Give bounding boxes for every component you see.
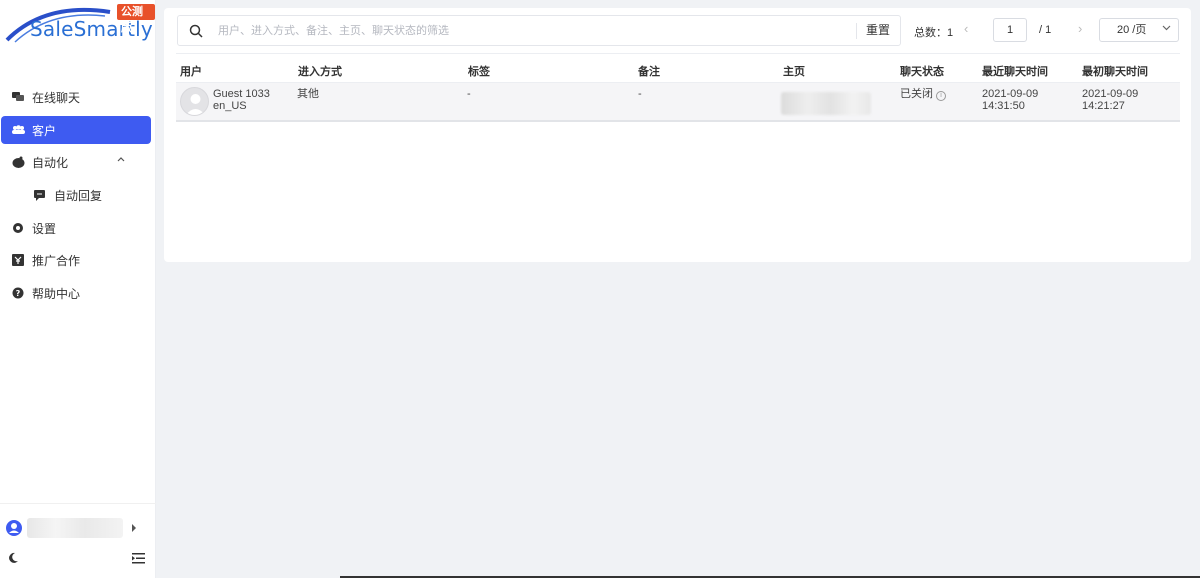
svg-text:?: ? (16, 289, 21, 298)
customers-card: 重置 总数：1 ‹ / 1 › 20 /页 用户 进入方式 标签 备注 主页 聊… (164, 8, 1191, 262)
column-header[interactable]: 进入方式 (298, 63, 342, 79)
column-header[interactable]: 标签 (468, 63, 490, 79)
chevron-down-icon (1162, 25, 1171, 31)
page-size-select[interactable]: 20 /页 (1099, 18, 1179, 42)
user-icon (185, 94, 206, 115)
chat-status: 已关闭 i (900, 88, 946, 101)
collapse-menu-icon[interactable] (132, 553, 145, 564)
column-header[interactable]: 主页 (783, 63, 805, 79)
page-size-value: 20 /页 (1117, 24, 1147, 36)
gear-icon (11, 221, 25, 235)
message-icon (33, 188, 47, 202)
sidebar-item-label: 自动回复 (54, 188, 103, 203)
sidebar-item-label: 客户 (32, 123, 57, 138)
logo[interactable]: SaleSmartly 公测版 (5, 2, 155, 44)
table-header: 用户 进入方式 标签 备注 主页 聊天状态 最近聊天时间 最初聊天时间 (176, 53, 1180, 83)
column-header[interactable]: 备注 (638, 63, 660, 79)
sidebar-item-auto-reply[interactable]: 自动回复 (1, 181, 151, 209)
entry-method: 其他 (297, 88, 319, 100)
page-total: / 1 (1039, 24, 1052, 36)
sidebar-footer (0, 503, 156, 578)
column-header[interactable]: 用户 (180, 63, 202, 79)
chat-icon (11, 90, 25, 104)
last-chat-date: 2021-09-09 (982, 88, 1039, 100)
sidebar-item-live-chat[interactable]: 在线聊天 (1, 83, 151, 111)
last-chat-time: 14:31:50 (982, 100, 1025, 112)
customer-locale: en_US (213, 100, 247, 112)
robot-icon (11, 155, 25, 169)
users-icon (11, 123, 25, 137)
search-icon (189, 24, 203, 38)
table-row[interactable]: Guest 1033 en_US 其他 - - 已关闭 i 2021-09-09 … (176, 83, 1180, 122)
filter-search-box: 重置 (177, 15, 901, 46)
info-icon[interactable]: i (936, 91, 946, 101)
sidebar-item-automation[interactable]: 自动化 (1, 148, 151, 176)
sidebar-item-label: 自动化 (32, 155, 69, 170)
next-page-icon[interactable]: › (1078, 21, 1082, 36)
blurred-user-name (27, 518, 123, 538)
column-header[interactable]: 最初聊天时间 (1082, 63, 1148, 79)
customer-name: Guest 1033 (213, 88, 270, 100)
prev-page-icon[interactable]: ‹ (964, 21, 968, 36)
beta-badge: 公测版 (117, 4, 155, 34)
reset-button[interactable]: 重置 (866, 16, 890, 45)
sidebar-item-label: 在线聊天 (32, 90, 81, 105)
sidebar: SaleSmartly 公测版 在线聊天 客户 自动化 自动回复 设置 推广合作… (0, 0, 156, 578)
note-cell: - (638, 88, 642, 100)
column-header[interactable]: 最近聊天时间 (982, 63, 1048, 79)
sidebar-item-help[interactable]: ? 帮助中心 (1, 279, 151, 307)
sidebar-item-referral[interactable]: 推广合作 (1, 246, 151, 274)
search-input[interactable] (218, 21, 848, 41)
first-chat-date: 2021-09-09 (1082, 88, 1139, 100)
referral-icon (11, 253, 25, 267)
first-chat-time: 14:21:27 (1082, 100, 1125, 112)
customer-avatar (180, 87, 209, 116)
tag-cell: - (467, 88, 471, 100)
moon-icon[interactable] (7, 552, 19, 564)
search-divider (856, 23, 857, 39)
sidebar-item-label: 帮助中心 (32, 286, 81, 301)
user-avatar[interactable] (6, 520, 22, 536)
page-number-input[interactable] (993, 18, 1027, 42)
user-icon (9, 523, 19, 533)
help-icon: ? (11, 286, 25, 300)
column-header[interactable]: 聊天状态 (900, 63, 944, 79)
total-count: 总数：1 (914, 27, 954, 39)
chat-status-text: 已关闭 (900, 88, 933, 100)
sidebar-item-label: 设置 (32, 221, 57, 236)
sidebar-item-label: 推广合作 (32, 253, 81, 268)
chevron-up-icon[interactable] (117, 156, 125, 162)
sidebar-item-settings[interactable]: 设置 (1, 214, 151, 242)
caret-right-icon[interactable] (132, 524, 136, 532)
sidebar-item-customers[interactable]: 客户 (1, 116, 151, 144)
blurred-homepage (781, 92, 871, 115)
brand-name: SaleSmartly (30, 17, 153, 41)
